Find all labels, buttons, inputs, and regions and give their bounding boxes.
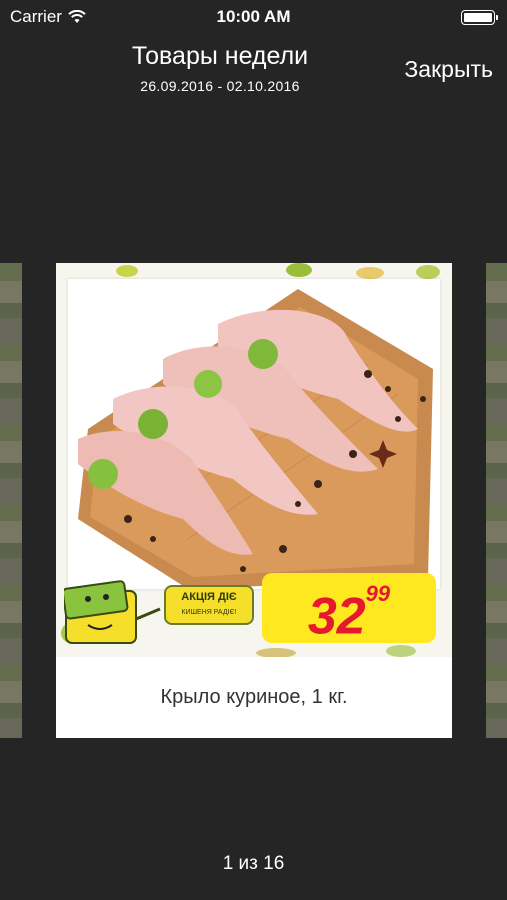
nav-title: Товары недели [131, 42, 309, 70]
product-name: Крыло куриное, 1 кг. [160, 686, 348, 708]
close-button[interactable]: Закрыть [404, 56, 493, 83]
next-card-peek[interactable] [486, 263, 507, 738]
page-indicator: 1 из 16 [222, 853, 285, 874]
photo-frame [68, 279, 440, 589]
status-time: 10:00 AM [216, 7, 291, 26]
promo-line-1: АКЦІЯ ДІЄ [181, 591, 237, 603]
price-main: 32 [307, 587, 366, 646]
product-image: АКЦІЯ ДІЄ КИШЕНЯ РАДІЄ! 3299 [56, 263, 452, 657]
price-cents: 99 [365, 581, 391, 606]
promo-line-2: КИШЕНЯ РАДІЄ! [181, 609, 237, 616]
wallet-mascot-icon [64, 580, 161, 644]
promo-banner: АКЦІЯ ДІЄ КИШЕНЯ РАДІЄ! 3299 [64, 573, 444, 653]
battery-icon [461, 10, 498, 25]
previous-card-peek[interactable] [0, 263, 22, 738]
promo-badge: АКЦІЯ ДІЄ КИШЕНЯ РАДІЄ! [164, 585, 254, 625]
product-card[interactable]: АКЦІЯ ДІЄ КИШЕНЯ РАДІЄ! 3299 Крыло курин… [56, 263, 452, 738]
status-bar: Carrier 10:00 AM [0, 0, 507, 36]
date-range: 26.09.2016 - 02.10.2016 [140, 78, 300, 94]
price-tag: 3299 [262, 573, 436, 646]
chicken-wings-illustration [78, 289, 433, 589]
